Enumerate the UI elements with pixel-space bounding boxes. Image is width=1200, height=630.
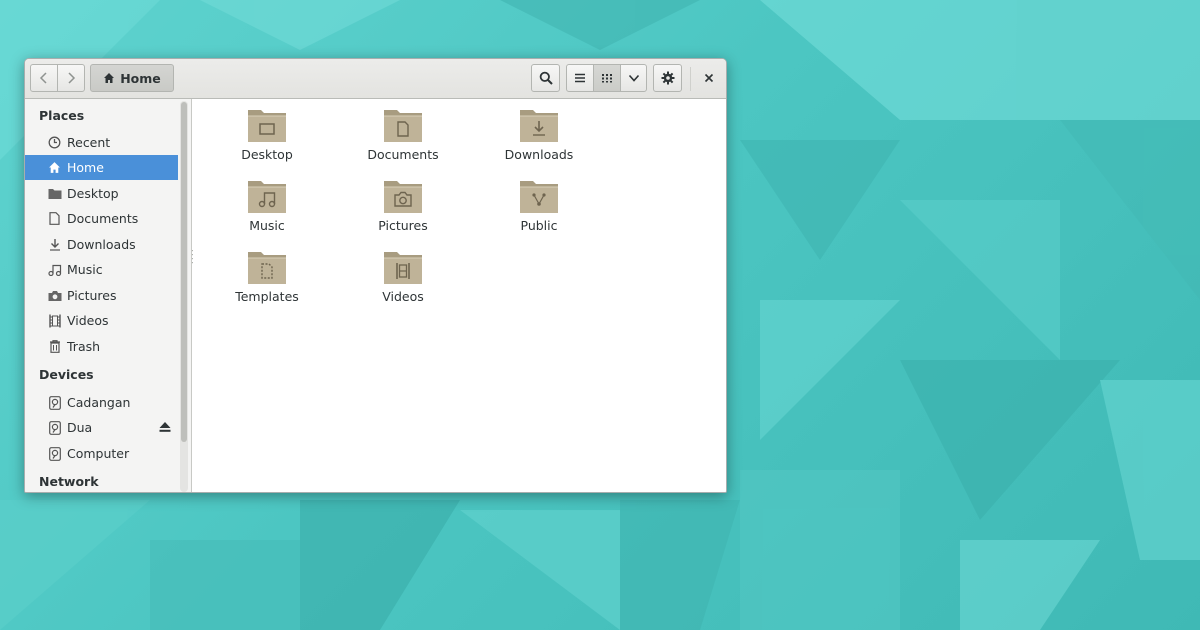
list-view-button[interactable]	[566, 64, 594, 92]
close-icon	[704, 73, 714, 83]
search-icon	[539, 71, 553, 85]
public-folder-icon	[520, 181, 558, 213]
film-icon	[48, 314, 61, 327]
sidebar-item-pictures[interactable]: Pictures	[25, 283, 178, 308]
file-item-public[interactable]: Public	[484, 170, 594, 236]
sidebar-item-trash[interactable]: Trash	[25, 334, 178, 359]
sidebar-item-home[interactable]: Home	[25, 155, 178, 180]
sidebar-item-label: Music	[67, 262, 103, 277]
sidebar-item-label: Trash	[67, 339, 101, 354]
gear-icon	[661, 71, 674, 85]
file-item-label: Documents	[367, 147, 439, 162]
file-manager-window: Home Places Recent Home Desktop Document…	[24, 58, 727, 493]
download-icon	[49, 239, 60, 251]
file-view: Desktop Documents Downloads Music Pictur…	[193, 99, 726, 492]
sidebar-item-computer[interactable]: Computer	[25, 441, 178, 466]
file-item-label: Downloads	[504, 147, 574, 162]
music-icon	[47, 264, 61, 276]
grid-view-button[interactable]	[593, 64, 621, 92]
path-bar-home-button[interactable]: Home	[90, 64, 174, 92]
file-item-videos[interactable]: Videos	[348, 241, 458, 307]
drive-icon	[48, 446, 61, 461]
sidebar: Places Recent Home Desktop Documents Dow…	[25, 99, 192, 492]
sidebar-item-label: Desktop	[67, 186, 119, 201]
sidebar-item-videos[interactable]: Videos	[25, 308, 178, 333]
sidebar-item-desktop[interactable]: Desktop	[25, 181, 178, 206]
file-item-label: Pictures	[378, 218, 428, 233]
devices-heading: Devices	[39, 367, 94, 382]
file-item-pictures[interactable]: Pictures	[348, 170, 458, 236]
documents-folder-icon	[384, 110, 422, 142]
sidebar-item-downloads[interactable]: Downloads	[25, 232, 178, 257]
close-button[interactable]	[697, 64, 721, 92]
file-item-label: Videos	[382, 289, 424, 304]
folder-icon	[48, 188, 61, 199]
grid-view-icon	[602, 74, 612, 83]
network-heading: Network	[39, 474, 99, 489]
file-item-label: Public	[520, 218, 558, 233]
file-item-downloads[interactable]: Downloads	[484, 99, 594, 165]
sidebar-item-documents[interactable]: Documents	[25, 206, 178, 231]
eject-icon[interactable]	[158, 420, 172, 434]
sidebar-item-label: Dua	[67, 420, 93, 435]
file-item-label: Templates	[235, 289, 299, 304]
pictures-folder-icon	[384, 181, 422, 213]
home-icon	[104, 73, 115, 83]
drive-icon	[48, 420, 61, 435]
camera-icon	[48, 290, 61, 301]
forward-button[interactable]	[57, 64, 85, 92]
places-heading: Places	[39, 108, 85, 123]
desktop-folder-icon	[248, 110, 286, 142]
sidebar-item-label: Documents	[67, 211, 139, 226]
sidebar-item-label: Computer	[67, 446, 130, 461]
sidebar-item-label: Pictures	[67, 288, 117, 303]
templates-folder-icon	[248, 252, 286, 284]
header-separator	[690, 67, 691, 91]
path-bar-label: Home	[120, 70, 161, 86]
sidebar-item-label: Cadangan	[67, 395, 131, 410]
file-item-desktop[interactable]: Desktop	[212, 99, 322, 165]
chevron-down-icon	[628, 74, 639, 82]
search-button[interactable]	[531, 64, 560, 92]
sidebar-item-cadangan[interactable]: Cadangan	[25, 390, 178, 415]
sidebar-item-recent[interactable]: Recent	[25, 130, 178, 155]
music-folder-icon	[248, 181, 286, 213]
list-view-icon	[575, 73, 585, 83]
sidebar-item-label: Recent	[67, 135, 111, 150]
sidebar-item-music[interactable]: Music	[25, 257, 178, 282]
sidebar-item-label: Videos	[67, 313, 109, 328]
downloads-folder-icon	[520, 110, 558, 142]
file-item-label: Desktop	[241, 147, 293, 162]
sidebar-item-label: Home	[67, 160, 104, 175]
settings-button[interactable]	[653, 64, 682, 92]
chevron-right-icon	[68, 72, 76, 84]
sidebar-scrollbar-thumb[interactable]	[181, 102, 187, 442]
file-item-music[interactable]: Music	[212, 170, 322, 236]
trash-icon	[49, 340, 60, 353]
sidebar-item-dua[interactable]: Dua	[25, 415, 178, 440]
document-icon	[49, 212, 60, 225]
header-bar: Home	[25, 59, 726, 99]
chevron-left-icon	[39, 72, 47, 84]
file-item-label: Music	[249, 218, 285, 233]
clock-icon	[48, 136, 61, 149]
home-icon	[49, 162, 60, 173]
drive-icon	[48, 395, 61, 410]
sidebar-item-label: Downloads	[67, 237, 136, 252]
back-button[interactable]	[30, 64, 58, 92]
videos-folder-icon	[384, 252, 422, 284]
file-item-documents[interactable]: Documents	[348, 99, 458, 165]
file-item-templates[interactable]: Templates	[212, 241, 322, 307]
view-options-button[interactable]	[620, 64, 647, 92]
